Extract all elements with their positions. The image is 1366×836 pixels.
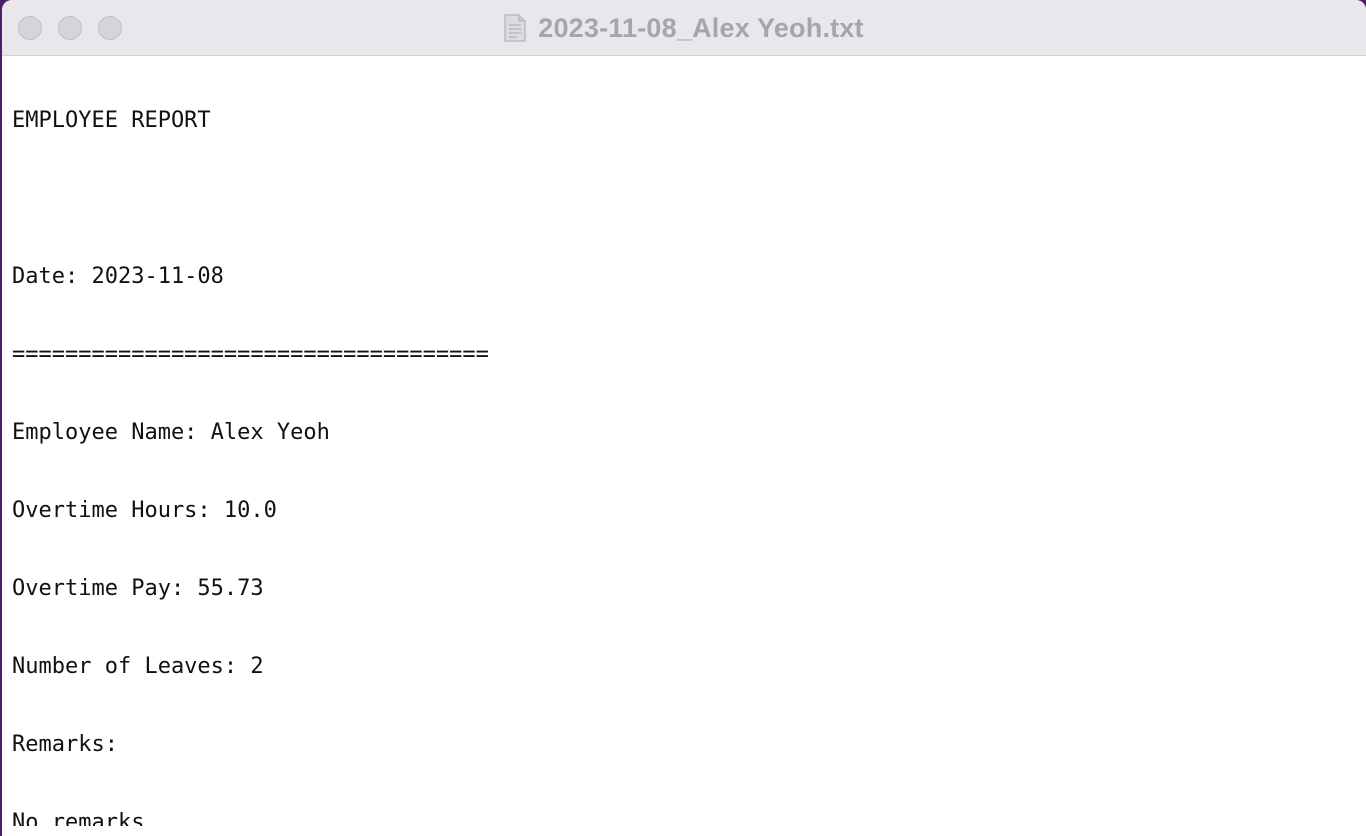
overtime-hours-line: Overtime Hours: 10.0	[12, 498, 277, 523]
document-icon	[504, 14, 526, 42]
overtime-pay-line: Overtime Pay: 55.73	[12, 576, 264, 601]
window-title: 2023-11-08_Alex Yeoh.txt	[538, 12, 864, 43]
date-line: Date: 2023-11-08	[12, 264, 224, 289]
employee-name-line: Employee Name: Alex Yeoh	[12, 420, 330, 445]
report-heading-line: EMPLOYEE REPORT	[12, 108, 211, 133]
leaves-line: Number of Leaves: 2	[12, 654, 264, 679]
separator-line: ====================================	[12, 342, 489, 367]
text-editor-window: 2023-11-08_Alex Yeoh.txt EMPLOYEE REPORT…	[2, 0, 1366, 836]
remarks-value-line: No remarks	[12, 810, 145, 826]
title-bar[interactable]: 2023-11-08_Alex Yeoh.txt	[2, 0, 1366, 56]
title-area: 2023-11-08_Alex Yeoh.txt	[2, 0, 1366, 56]
document-text-area[interactable]: EMPLOYEE REPORT Date: 2023-11-08 =======…	[12, 56, 1352, 826]
remarks-label-line: Remarks:	[12, 732, 118, 757]
